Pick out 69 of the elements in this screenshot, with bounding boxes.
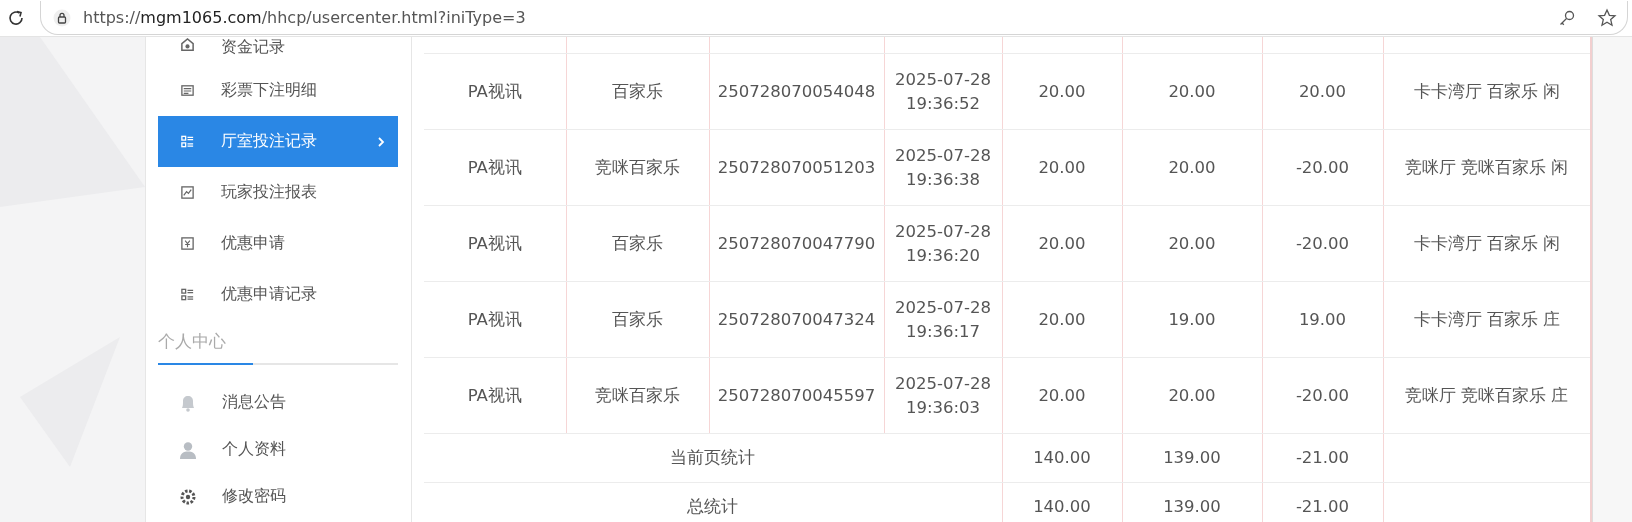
table-cell: 百家乐 [566,205,709,282]
table-cell: 2025-07-28 19:36:38 [884,129,1002,206]
table-cell: 19.00 [1122,281,1262,358]
sidebar-item[interactable]: 个人资料 [158,426,398,473]
table-cell: 竞咪厅 竞咪百家乐 闲 [1383,129,1591,206]
voucher-icon [180,236,195,251]
table-cell: 竞咪百家乐 [566,357,709,434]
reload-icon[interactable] [6,8,26,28]
table-cell: 竞咪厅 竞咪百家乐 庄 [1383,357,1591,434]
sidebar-item[interactable]: 玩家投注报表 [158,167,398,218]
table-cell: 250728070045597 [709,357,884,434]
sidebar-item[interactable]: 彩票下注明细 [158,65,398,116]
table-cell: 140.00 [1002,433,1122,483]
table-cell: -21.00 [1262,433,1383,483]
user-icon [178,439,198,460]
sidebar-item[interactable]: 优惠申请记录 [158,269,398,320]
table-cell: 19.00 [1262,281,1383,358]
table-cell: PA视讯 [424,281,566,358]
card-icon [180,83,195,98]
table-cell: 250728070051203 [709,129,884,206]
table-cell: PA视讯 [424,205,566,282]
sidebar-item[interactable]: 资金记录 [158,37,398,65]
table-cell: 当前页统计 [424,433,1002,483]
sidebar-item[interactable]: 厅室投注记录 [158,116,398,167]
chart-icon [180,185,195,200]
table-cell: 250728070047324 [709,281,884,358]
table-cell: 20.00 [1002,53,1122,130]
table-cell: 总统计 [424,482,1002,522]
table-cell: 250728070054048 [709,53,884,130]
sidebar-item[interactable]: 优惠申请 [158,218,398,269]
chevron-icon [376,135,386,148]
table-cell: 2025-07-28 19:36:52 [884,53,1002,130]
table-cell: PA视讯 [424,357,566,434]
table-cell: -20.00 [1262,357,1383,434]
table-cell: 20.00 [1002,281,1122,358]
table-cell: 250728070047790 [709,205,884,282]
star-icon[interactable] [1597,7,1617,28]
address-field[interactable]: https://mgm1065.com/hhcp/usercenter.html?iniType=3 [40,1,1628,35]
table-cell: -20.00 [1262,129,1383,206]
table-cell: 20.00 [1002,129,1122,206]
table-cell: 139.00 [1122,433,1262,483]
table-cell: 20.00 [1002,205,1122,282]
section-title: 个人中心 [158,330,227,353]
table-cell: 20.00 [1262,53,1383,130]
list-icon [180,134,195,149]
table-cell: 20.00 [1122,205,1262,282]
list-icon [180,287,195,302]
table-cell: 竞咪百家乐 [566,129,709,206]
table-cell: 20.00 [1122,357,1262,434]
table-cell: PA视讯 [424,53,566,130]
sidebar-item[interactable]: 修改密码 [158,473,398,520]
table-cell: 卡卡湾厅 百家乐 闲 [1383,205,1591,282]
table-cell: 2025-07-28 19:36:03 [884,357,1002,434]
table-cell: 百家乐 [566,53,709,130]
table-cell: 20.00 [1122,53,1262,130]
table-cell: PA视讯 [424,129,566,206]
table-cell: 2025-07-28 19:36:17 [884,281,1002,358]
table-cell: 百家乐 [566,281,709,358]
table-cell: 20.00 [1122,129,1262,206]
table-cell: 140.00 [1002,482,1122,522]
table-cell: 2025-07-28 19:36:20 [884,205,1002,282]
table-cell: -20.00 [1262,205,1383,282]
lock-icon [53,8,71,27]
table-cell: 20.00 [1002,357,1122,434]
table-cell: 139.00 [1122,482,1262,522]
table-cell: -21.00 [1262,482,1383,522]
table-cell: 卡卡湾厅 百家乐 闲 [1383,53,1591,130]
table-cell: 卡卡湾厅 百家乐 庄 [1383,281,1591,358]
sidebar-item[interactable]: 消息公告 [158,379,398,426]
